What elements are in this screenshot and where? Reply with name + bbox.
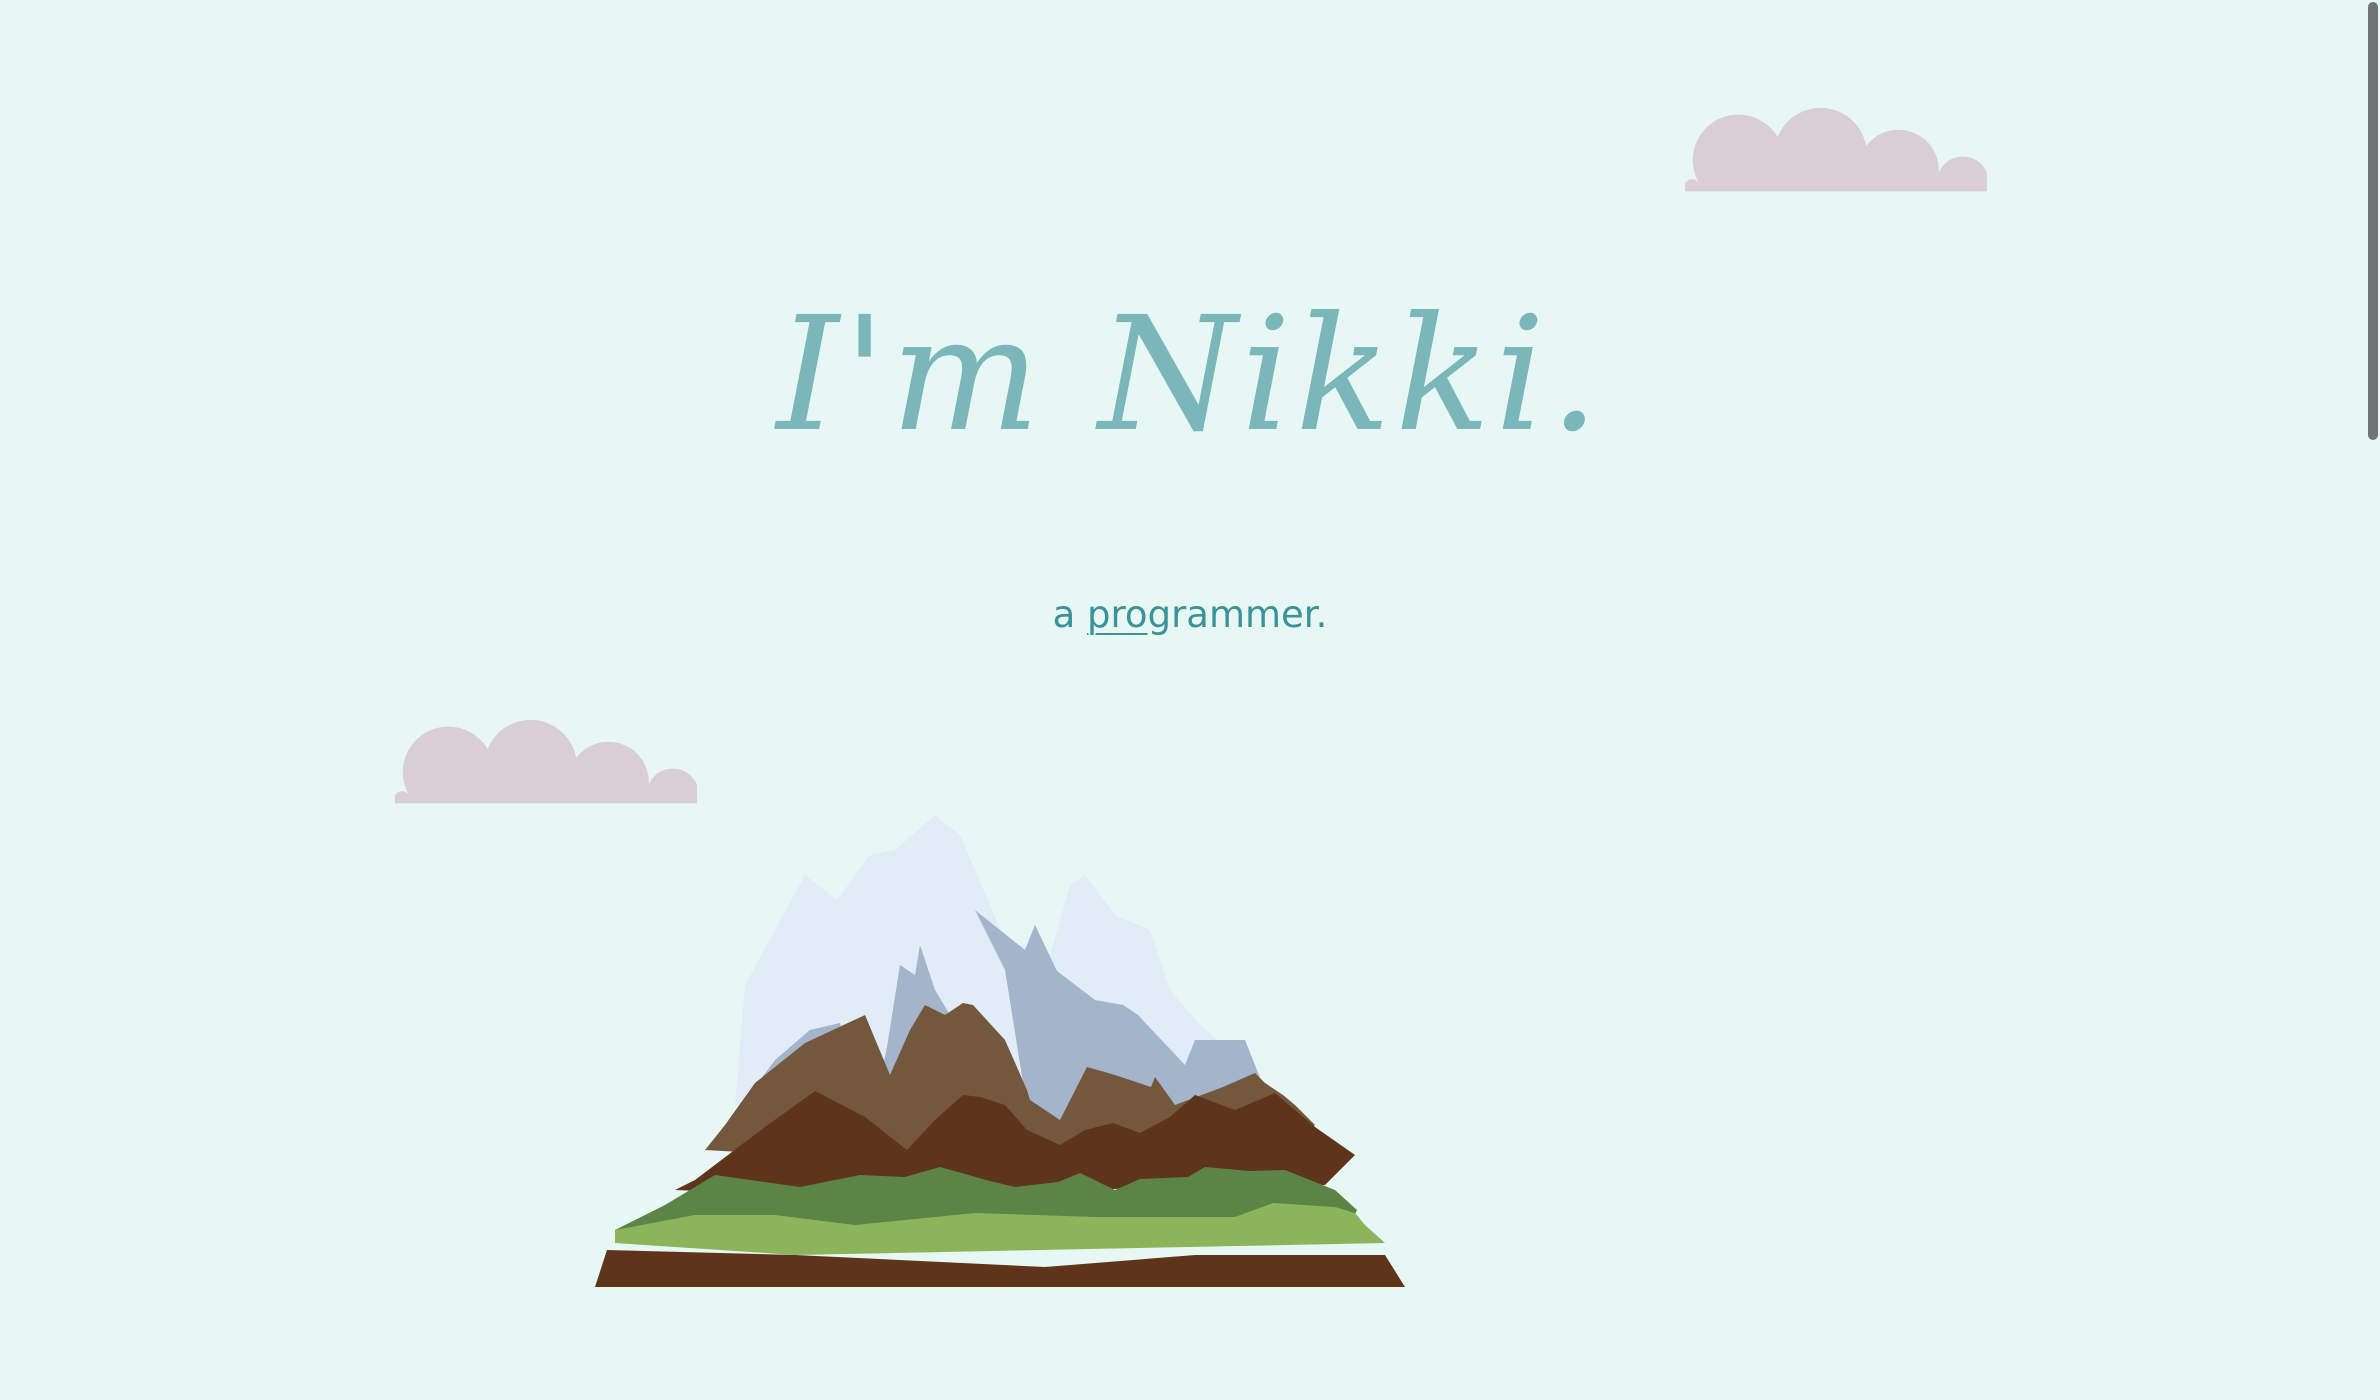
tagline-prefix: a xyxy=(1052,593,1088,636)
hero-title: I'm Nikki. xyxy=(776,283,1604,467)
tagline: a programmer. xyxy=(0,590,2380,640)
landing-page: I'm Nikki. a programmer. xyxy=(0,0,2380,1400)
tagline-rest: grammer. xyxy=(1147,593,1328,636)
cloud-icon xyxy=(395,719,697,804)
scrollbar-track[interactable] xyxy=(2368,0,2380,1400)
scrollbar-thumb[interactable] xyxy=(2368,2,2378,440)
cloud-icon xyxy=(1685,107,1987,192)
mountain-illustration xyxy=(595,815,1405,1287)
tagline-underlined-text: pro xyxy=(1087,593,1148,636)
